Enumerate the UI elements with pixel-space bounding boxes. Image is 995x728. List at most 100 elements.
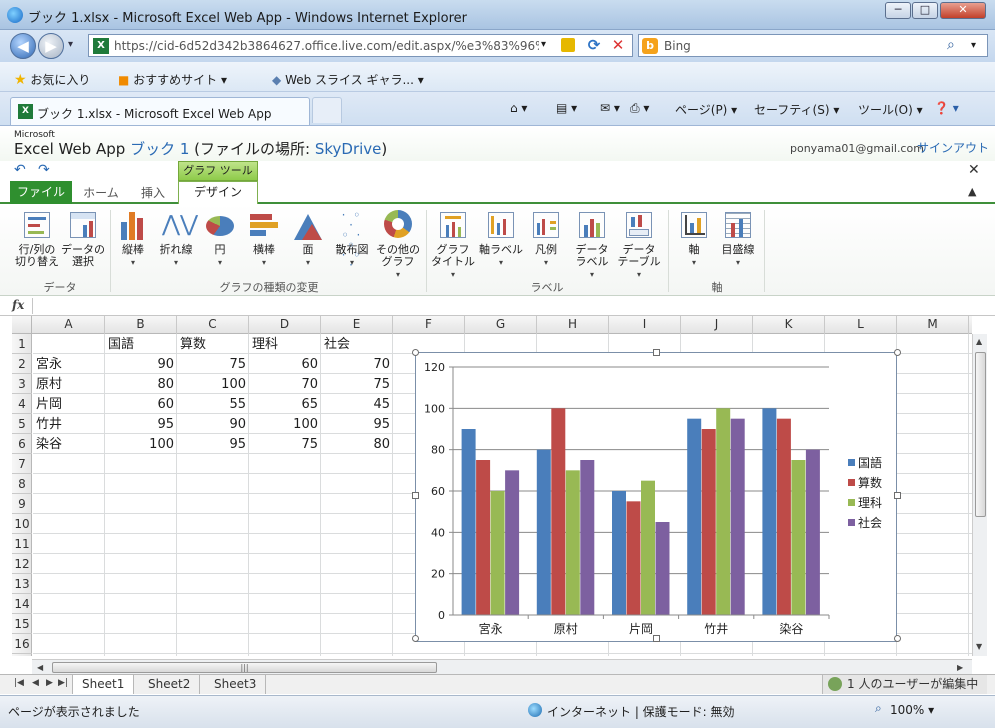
tab-insert[interactable]: 挿入	[130, 183, 176, 204]
cell-b3[interactable]: 80	[105, 374, 177, 394]
formula-input[interactable]	[32, 298, 987, 314]
sheet-tab-1[interactable]: Sheet1	[72, 675, 135, 694]
cell-b6[interactable]: 100	[105, 434, 177, 454]
editors-indicator[interactable]: 1 人のユーザーが編集中 ▾	[822, 675, 987, 710]
bar-1-3[interactable]	[612, 491, 626, 615]
back-button[interactable]: ◀	[10, 33, 36, 59]
column-header-f[interactable]: F	[393, 316, 465, 334]
history-dropdown-icon[interactable]: ▾	[68, 39, 73, 50]
chart-resize-handle[interactable]	[894, 492, 901, 499]
skydrive-link[interactable]: SkyDrive	[315, 140, 382, 158]
maximize-button[interactable]: □	[912, 2, 938, 19]
row-header-11[interactable]: 11	[12, 534, 32, 554]
cell-b4[interactable]: 60	[105, 394, 177, 414]
switch-row-col-button[interactable]: 行/列の 切り替え	[14, 210, 60, 268]
chart-area[interactable]: 0 20 40 60 80 100 120 宮永 原村 片岡 竹井 染谷 国語 算数 理科 社会	[412, 349, 901, 642]
suggested-sites-button[interactable]: ■ おすすめサイト ▾	[118, 71, 227, 88]
chart-resize-handle[interactable]	[653, 349, 660, 356]
legend-button[interactable]: 凡例 ▾	[528, 210, 564, 269]
column-header-j[interactable]: J	[681, 316, 753, 334]
scroll-right-icon[interactable]: ▶	[957, 663, 963, 672]
legend-entry[interactable]: 算数	[858, 475, 882, 490]
bar-4-4[interactable]	[730, 418, 745, 615]
column-header-c[interactable]: C	[177, 316, 249, 334]
cell-b2[interactable]: 90	[105, 354, 177, 374]
other-charts-button[interactable]: その他の グラフ ▾	[374, 210, 422, 281]
favorites-button[interactable]: ★ お気に入り	[14, 71, 90, 88]
first-sheet-icon[interactable]: |◀	[14, 678, 24, 688]
tools-menu[interactable]: ツール(O) ▾	[858, 101, 923, 118]
area-chart-button[interactable]: 面 ▾	[290, 210, 326, 269]
cell-d4[interactable]: 65	[249, 394, 321, 414]
cell-c6[interactable]: 95	[177, 434, 249, 454]
cell-a5[interactable]: 竹井	[33, 414, 105, 434]
bar-2-3[interactable]	[626, 501, 641, 615]
url-text[interactable]: https://cid-6d52d342b3864627.office.live…	[114, 39, 539, 53]
lock-icon[interactable]	[561, 38, 575, 52]
search-dropdown-icon[interactable]: ▾	[971, 40, 976, 51]
help-icon[interactable]: ❓ ▾	[934, 101, 959, 115]
bar-3-4[interactable]	[716, 408, 731, 615]
tab-design[interactable]: デザイン	[178, 181, 258, 206]
chart-resize-handle[interactable]	[894, 349, 901, 356]
row-header-4[interactable]: 4	[12, 394, 32, 414]
column-header-m[interactable]: M	[897, 316, 969, 334]
prev-sheet-icon[interactable]: ◀	[32, 678, 39, 688]
select-data-button[interactable]: データの 選択	[60, 210, 106, 268]
row-header-13[interactable]: 13	[12, 574, 32, 594]
cell-e4[interactable]: 45	[321, 394, 393, 414]
tab-home[interactable]: ホーム	[78, 183, 124, 204]
row-header-2[interactable]: 2	[12, 354, 32, 374]
cell-a3[interactable]: 原村	[33, 374, 105, 394]
scroll-up-icon[interactable]: ▲	[976, 337, 982, 346]
cell-e2[interactable]: 70	[321, 354, 393, 374]
stop-icon[interactable]: ✕	[609, 36, 627, 54]
column-header-g[interactable]: G	[465, 316, 537, 334]
column-header-i[interactable]: I	[609, 316, 681, 334]
undo-icon[interactable]: ↶	[14, 162, 26, 178]
gridlines-button[interactable]: 目盛線 ▾	[718, 210, 758, 269]
close-document-icon[interactable]: ✕	[968, 162, 980, 178]
cell-d2[interactable]: 60	[249, 354, 321, 374]
cell-d3[interactable]: 70	[249, 374, 321, 394]
scroll-down-icon[interactable]: ▼	[976, 642, 982, 651]
legend-entry[interactable]: 理科	[858, 496, 882, 510]
column-header-k[interactable]: K	[753, 316, 825, 334]
cell-c4[interactable]: 55	[177, 394, 249, 414]
bar-2-5[interactable]	[776, 418, 791, 615]
column-header-e[interactable]: E	[321, 316, 393, 334]
cell-a4[interactable]: 片岡	[33, 394, 105, 414]
row-header-15[interactable]: 15	[12, 614, 32, 634]
bar-1-4[interactable]	[687, 418, 702, 615]
bar-4-1[interactable]	[505, 470, 520, 615]
cell-c5[interactable]: 90	[177, 414, 249, 434]
browser-tab[interactable]: X ブック 1.xlsx - Microsoft Excel Web App	[10, 97, 310, 125]
bar-2-1[interactable]	[476, 460, 491, 615]
row-header-12[interactable]: 12	[12, 554, 32, 574]
axis-titles-button[interactable]: 軸ラベル ▾	[478, 210, 524, 269]
refresh-icon[interactable]: ⟳	[585, 36, 603, 54]
scatter-chart-button[interactable]: · ◦ · ◦ · ◦ · ◦ · 散布図 ▾	[332, 209, 372, 271]
cell-c2[interactable]: 75	[177, 354, 249, 374]
cell-d6[interactable]: 75	[249, 434, 321, 454]
last-sheet-icon[interactable]: ▶|	[58, 678, 68, 688]
cell-c1[interactable]: 算数	[177, 334, 249, 354]
line-chart-button[interactable]: ⋀⋁ 折れ線 ▾	[156, 210, 199, 269]
mail-icon[interactable]: ✉ ▾	[600, 101, 620, 115]
legend-entry[interactable]: 社会	[858, 515, 882, 530]
sheet-tab-2[interactable]: Sheet2	[139, 675, 201, 694]
bar-4-5[interactable]	[805, 449, 820, 615]
bar-1-1[interactable]	[461, 429, 476, 615]
chart-resize-handle[interactable]	[412, 635, 419, 642]
cell-a6[interactable]: 染谷	[33, 434, 105, 454]
zoom-icon[interactable]: ⌕	[875, 701, 882, 716]
chart-resize-handle[interactable]	[412, 492, 419, 499]
bar-1-5[interactable]	[762, 408, 777, 615]
home-icon[interactable]: ⌂ ▾	[510, 101, 527, 115]
bar-2-2[interactable]	[551, 408, 566, 615]
row-header-7[interactable]: 7	[12, 454, 32, 474]
column-header-l[interactable]: L	[825, 316, 897, 334]
search-placeholder[interactable]: Bing	[664, 39, 691, 53]
collapse-ribbon-icon[interactable]: ▲	[968, 185, 976, 198]
pie-chart-button[interactable]: 円 ▾	[202, 210, 238, 269]
